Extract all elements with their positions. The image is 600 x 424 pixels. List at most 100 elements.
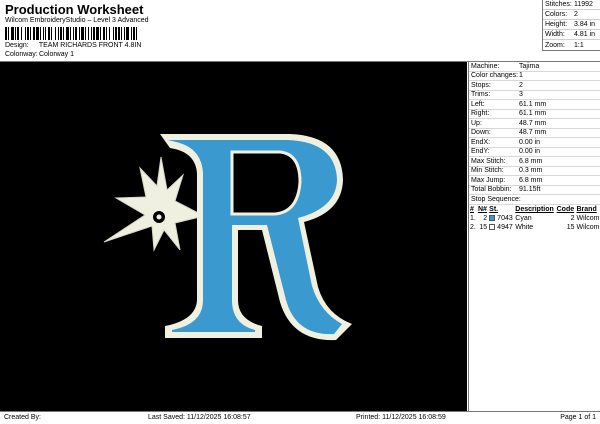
barcode-bar	[113, 27, 114, 40]
thread-description: Cyan	[515, 215, 532, 222]
letter-r-counter	[230, 150, 302, 216]
prop-value: 61.1 mm	[519, 100, 547, 108]
prop-value: 48.7 mm	[519, 129, 547, 137]
prop-value: 0.3 mm	[519, 167, 543, 175]
barcode-bar	[100, 27, 101, 40]
barcode-bar	[103, 27, 105, 40]
star-shape	[103, 156, 206, 252]
barcode-bar	[55, 27, 56, 40]
prop-label: Color changes:	[471, 72, 519, 80]
barcode-bar	[115, 27, 117, 40]
barcode-bar	[118, 27, 120, 40]
prop-value: 2	[519, 81, 523, 89]
barcode-bar	[8, 27, 9, 40]
prop-row: Total Bobbin: 91.15ft	[469, 186, 600, 195]
color-swatch	[489, 224, 496, 231]
col-header: N#	[478, 206, 487, 213]
barcode-bar	[43, 27, 44, 40]
col-header: Brand	[576, 206, 597, 213]
prop-value: 48.7 mm	[519, 119, 547, 127]
prop-row: Left: 61.1 mm	[469, 100, 600, 110]
colorway-value: Colorway 1	[38, 51, 74, 58]
prop-label: Max Jump:	[471, 176, 506, 184]
page-footer: Created By: Last Saved: 11/12/2025 16:08…	[0, 412, 600, 424]
stitch-cell: 4947	[488, 223, 514, 232]
prop-value: 1	[519, 72, 523, 80]
prop-row: Stops: 2	[469, 81, 600, 91]
summary-value: 3.84 in	[574, 21, 596, 28]
barcode-bar	[63, 27, 64, 40]
stop-sequence-header: # N# St. Description Code Brand	[469, 205, 600, 214]
thread-brand: Wilcom	[576, 215, 600, 222]
thread-code: 15	[566, 224, 575, 231]
summary-row: Colors: 2	[543, 10, 600, 20]
prop-row: Right: 61.1 mm	[469, 110, 600, 119]
prop-row: Max Stitch: 6.8 mm	[469, 157, 600, 167]
barcode-bar	[25, 27, 26, 40]
prop-label: Down:	[471, 129, 491, 137]
barcode-bar	[75, 27, 77, 40]
barcode-bar	[66, 27, 69, 40]
prop-row: Color changes: 1	[469, 72, 600, 81]
summary-row: Zoom: 1:1	[543, 40, 600, 50]
summary-label: Colors:	[545, 11, 568, 18]
last-saved: Last Saved: 11/12/2025 16:08:57	[148, 414, 251, 421]
barcode-bar	[17, 27, 19, 40]
prop-label: Total Bobbin:	[471, 186, 512, 194]
summary-value: 11992	[574, 1, 593, 8]
prop-value: 61.1 mm	[519, 110, 547, 118]
row-number: 2.	[470, 224, 476, 231]
barcode-bar	[85, 27, 86, 40]
stitch-cell: 7043	[488, 214, 514, 223]
prop-value: 6.8 mm	[519, 157, 543, 165]
prop-label: EndY:	[471, 148, 490, 156]
stitch-count: 7043	[497, 215, 513, 222]
star-center-dot	[156, 214, 162, 220]
barcode-bar	[58, 27, 59, 40]
prop-row: Up: 48.7 mm	[469, 119, 600, 129]
barcode-bar	[30, 27, 31, 40]
needle-number: 15	[479, 224, 488, 231]
prop-value: 0.00 in	[519, 138, 541, 146]
software-subtitle: Wilcom EmbroideryStudio – Level 3 Advanc…	[5, 17, 149, 24]
embroidery-design	[103, 134, 352, 341]
worksheet-page: Production Worksheet Wilcom EmbroiderySt…	[0, 0, 600, 424]
barcode-bar	[70, 27, 71, 40]
summary-value: 2	[574, 11, 578, 18]
barcode-bar	[93, 27, 95, 40]
col-header: Code	[556, 206, 575, 213]
stop-sequence-title: Stop Sequence:	[469, 195, 600, 205]
barcode-bar	[121, 27, 122, 40]
summary-label: Zoom:	[545, 41, 565, 49]
barcode-bar	[126, 27, 129, 40]
prop-value: 3	[519, 91, 523, 99]
stop-sequence-table: # N# St. Description Code Brand 1. 2 704…	[469, 205, 600, 232]
col-header: Description	[515, 206, 554, 213]
col-header: #	[470, 206, 474, 213]
prop-label: Up:	[471, 119, 482, 127]
summary-row: Stitches: 11992	[543, 0, 600, 10]
prop-label: EndX:	[471, 138, 491, 146]
summary-value: 4.81 in	[574, 31, 596, 38]
barcode-bar	[60, 27, 62, 40]
barcode-bar	[79, 27, 80, 40]
design-summary-box: Stitches: 11992 Colors: 2 Height: 3.84 in W…	[542, 0, 600, 51]
barcode-bar	[124, 27, 125, 40]
summary-label: Width:	[545, 31, 565, 38]
summary-label: Stitches:	[545, 1, 572, 8]
prop-label: Min Stitch:	[471, 167, 504, 175]
barcode-bar	[27, 27, 29, 40]
created-by: Created By:	[4, 414, 41, 421]
barcode-bar	[81, 27, 84, 40]
barcode	[5, 27, 137, 40]
design-label: Design:	[5, 42, 29, 49]
barcode-bar	[33, 27, 35, 40]
barcode-bar	[36, 27, 39, 40]
page-title: Production Worksheet	[5, 2, 144, 17]
colorway-label: Colonway:	[5, 51, 38, 58]
table-row: 2. 15 4947 White 15 Wilcom	[469, 223, 600, 232]
barcode-bar	[136, 27, 137, 40]
prop-label: Max Stitch:	[471, 157, 506, 165]
barcode-bar	[131, 27, 132, 40]
printed-date: Printed: 11/12/2025 16:08:59	[356, 414, 446, 421]
